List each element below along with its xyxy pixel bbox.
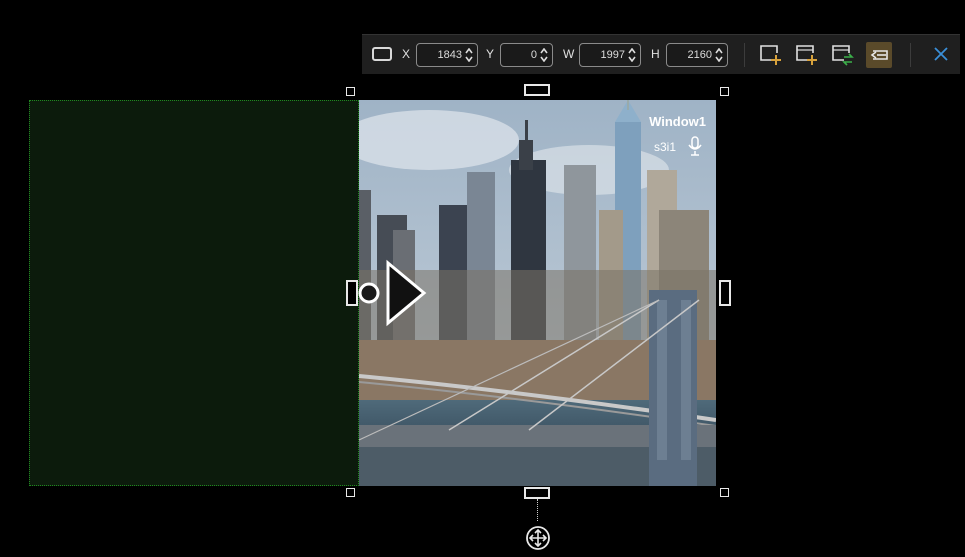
h-stepper-icon[interactable] [715,48,723,62]
close-button[interactable] [932,45,950,63]
layout-region[interactable] [29,100,359,486]
resize-handle-bottom[interactable] [524,487,550,499]
add-window-alt-icon [796,45,817,65]
y-label: Y [486,47,495,61]
snap-align-icon [870,50,888,60]
h-label: H [651,47,660,61]
h-input[interactable]: 2160 [666,43,728,67]
add-window-icon [760,45,781,65]
h-value[interactable]: 2160 [667,49,715,61]
resize-handle-top-right[interactable] [720,87,729,96]
rectangle-shape-icon[interactable] [372,47,392,61]
y-value[interactable]: 0 [501,49,540,61]
x-input[interactable]: 1843 [416,43,478,67]
resize-handle-bottom-left[interactable] [346,488,355,497]
play-icon[interactable] [352,253,432,333]
x-value[interactable]: 1843 [417,49,465,61]
move-icon[interactable] [525,525,551,551]
resize-handle-top[interactable] [524,84,550,96]
window-title: Window1 [649,114,706,129]
swap-window-button[interactable] [830,42,856,68]
geometry-toolbar: X 1843 Y 0 W 1997 H 2160 [362,34,960,74]
toolbar-divider [910,43,911,67]
x-label: X [402,47,411,61]
snap-align-button[interactable] [866,42,892,68]
y-stepper-icon[interactable] [540,48,548,62]
window-source-label: s3i1 [653,140,676,154]
microphone-icon[interactable] [688,136,702,156]
w-stepper-icon[interactable] [628,48,636,62]
toolbar-divider [744,43,745,67]
close-icon [934,47,948,61]
resize-handle-right[interactable] [719,280,731,306]
move-connector-line [537,499,538,521]
resize-handle-top-left[interactable] [346,87,355,96]
x-stepper-icon[interactable] [465,48,473,62]
w-label: W [563,47,575,61]
add-window-alt-button[interactable] [794,42,820,68]
add-window-button[interactable] [758,42,784,68]
w-value[interactable]: 1997 [580,49,628,61]
swap-window-icon [832,45,854,66]
y-input[interactable]: 0 [500,43,553,67]
resize-handle-bottom-right[interactable] [720,488,729,497]
w-input[interactable]: 1997 [579,43,641,67]
